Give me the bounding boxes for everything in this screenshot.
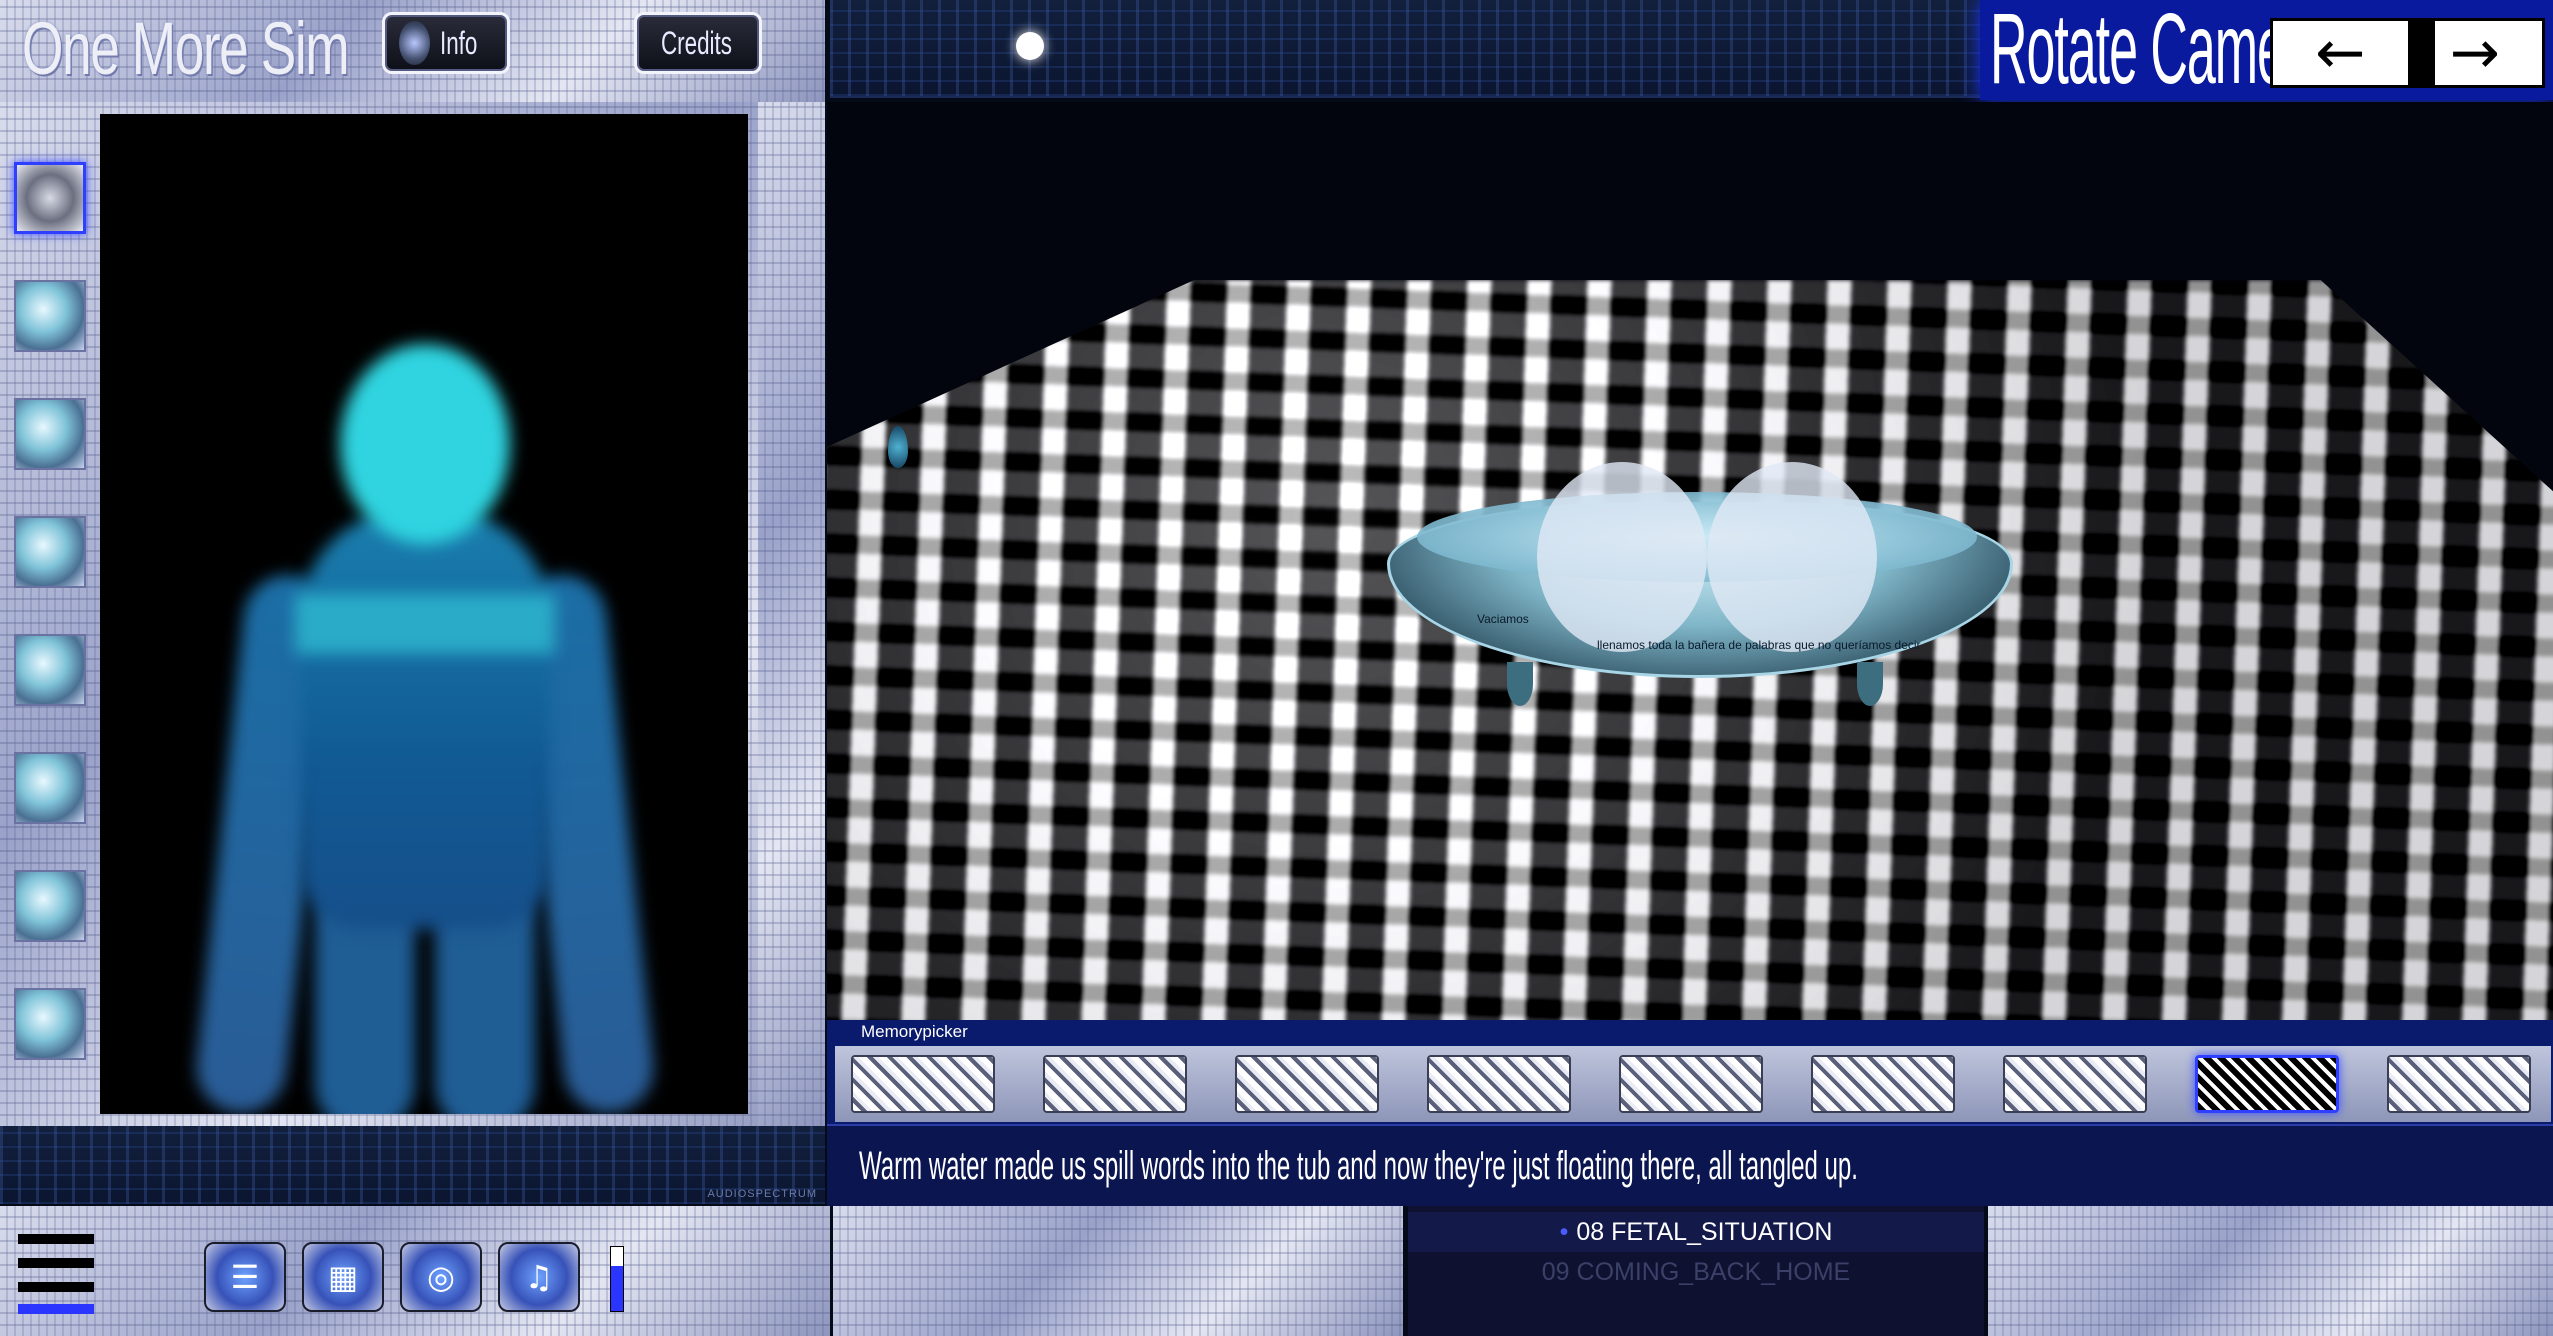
menu-icon — [18, 1304, 94, 1314]
grid-button[interactable]: ▦ — [302, 1242, 384, 1312]
outfit-thumb[interactable] — [14, 634, 86, 706]
track-next[interactable]: 09 COMING_BACK_HOME — [1408, 1252, 1984, 1292]
header-bar: One More Sim Info Credits — [0, 0, 825, 102]
memory-slot[interactable] — [2003, 1055, 2147, 1113]
audio-button[interactable]: ♫ — [498, 1242, 580, 1312]
audio-spectrum-label: AUDIOSPECTRUM — [707, 1188, 817, 1200]
outfit-thumb[interactable] — [14, 398, 86, 470]
bottom-right-decoration — [1988, 1206, 2553, 1336]
menu-button[interactable] — [18, 1234, 94, 1318]
audio-icon: ♫ — [524, 1258, 554, 1296]
outfit-thumb[interactable] — [14, 752, 86, 824]
bottom-decoration — [833, 1206, 1403, 1336]
tub-text: llenamos toda la bañera de palabras que … — [1597, 638, 1921, 652]
grid-icon: ▦ — [327, 1258, 359, 1296]
memory-slot[interactable] — [2195, 1055, 2339, 1113]
info-button[interactable]: Info — [382, 12, 510, 74]
memory-track — [835, 1046, 2551, 1122]
moon-icon — [1016, 32, 1044, 60]
bathtub[interactable]: Vaciamos llenamos toda la bañera de pala… — [1387, 462, 2013, 712]
tub-text: Vaciamos — [1477, 612, 1529, 626]
water-drop-icon — [888, 426, 908, 468]
memorypicker-label: Memorypicker — [861, 1022, 968, 1041]
sliders-icon: ☰ — [230, 1258, 260, 1296]
floating-orb — [1707, 462, 1877, 652]
memory-slot[interactable] — [1811, 1055, 1955, 1113]
bottom-toolbar: ☰ ▦ ◎ ♫ — [0, 1206, 830, 1336]
credits-button[interactable]: Credits — [634, 12, 762, 74]
menu-icon — [18, 1282, 94, 1292]
memory-slot[interactable] — [1427, 1055, 1571, 1113]
target-icon: ◎ — [427, 1258, 455, 1296]
outfit-thumb[interactable] — [14, 162, 86, 234]
memory-slot[interactable] — [2387, 1055, 2531, 1113]
memory-slot[interactable] — [1043, 1055, 1187, 1113]
menu-icon — [18, 1258, 94, 1268]
sliders-button[interactable]: ☰ — [204, 1242, 286, 1312]
outfit-thumb[interactable] — [14, 280, 86, 352]
figure-head — [340, 344, 510, 544]
menu-icon — [18, 1234, 94, 1244]
rotate-left-button[interactable]: ← — [2273, 18, 2408, 88]
game-scene[interactable]: Vaciamos llenamos toda la bañera de pala… — [827, 102, 2553, 1020]
rotate-camera-controls: ← → — [2270, 18, 2545, 88]
info-label: Info — [439, 24, 477, 61]
memory-slot[interactable] — [851, 1055, 995, 1113]
character-preview — [100, 114, 748, 1114]
credits-label: Credits — [661, 24, 732, 61]
track-current-title: 08 FETAL_SITUATION — [1576, 1218, 1833, 1246]
outfit-thumb[interactable] — [14, 516, 86, 588]
memory-slot[interactable] — [1619, 1055, 1763, 1113]
info-icon — [399, 21, 430, 65]
outfit-thumb[interactable] — [14, 870, 86, 942]
audio-spectrum: AUDIOSPECTRUM — [0, 1126, 825, 1204]
outfit-thumb[interactable] — [14, 988, 86, 1060]
track-current[interactable]: • 08 FETAL_SITUATION — [1408, 1212, 1984, 1252]
outfit-sidebar — [8, 110, 94, 1110]
rotate-right-button[interactable]: → — [2407, 18, 2542, 88]
app-title: One More Sim — [22, 7, 350, 90]
figure-glow-band — [295, 594, 555, 654]
current-track-marker: • — [1559, 1218, 1569, 1246]
target-button[interactable]: ◎ — [400, 1242, 482, 1312]
rotate-camera-panel: Rotate Camera ← → — [1980, 0, 2553, 105]
tub-foot — [1507, 662, 1533, 706]
top-decoration-strip — [830, 0, 1980, 98]
memorypicker-bar: Memorypicker — [827, 1020, 2553, 1124]
memory-slot[interactable] — [1235, 1055, 1379, 1113]
preview-side-strip — [758, 102, 825, 1126]
caption-text: Warm water made us spill words into the … — [859, 1144, 1858, 1188]
track-list: • 08 FETAL_SITUATION 09 COMING_BACK_HOME — [1408, 1206, 1984, 1336]
floating-orb — [1537, 462, 1707, 652]
volume-slider[interactable] — [610, 1246, 624, 1312]
figure-body — [300, 509, 550, 929]
caption-bar: Warm water made us spill words into the … — [827, 1124, 2553, 1206]
tub-foot — [1857, 662, 1883, 706]
